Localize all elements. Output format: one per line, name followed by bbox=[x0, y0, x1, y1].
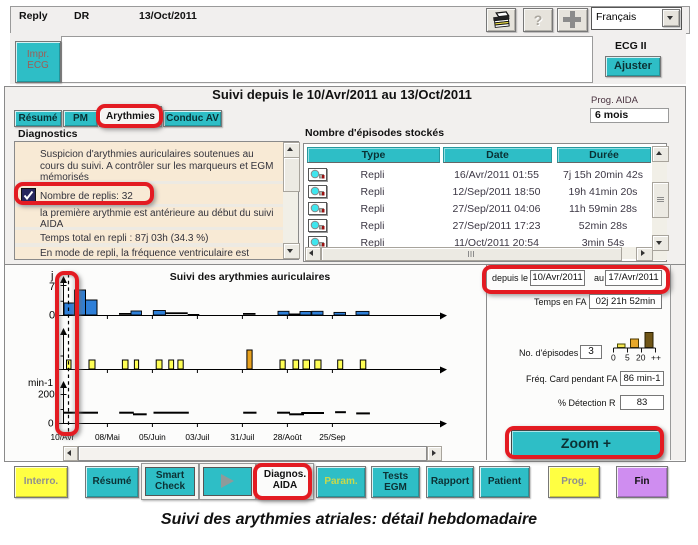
svg-text:0: 0 bbox=[48, 419, 54, 430]
svg-text:0: 0 bbox=[611, 353, 616, 363]
svg-text:200: 200 bbox=[38, 390, 55, 401]
svg-text:31/Juil: 31/Juil bbox=[230, 432, 254, 442]
svg-text:25/Sep: 25/Sep bbox=[319, 432, 346, 442]
svg-text:08/Mai: 08/Mai bbox=[95, 432, 120, 442]
svg-text:5: 5 bbox=[625, 353, 630, 363]
svg-text:03/Juil: 03/Juil bbox=[185, 432, 209, 442]
svg-text:min-1: min-1 bbox=[28, 378, 53, 389]
svg-text:++: ++ bbox=[651, 353, 661, 363]
svg-text:05/Juin: 05/Juin bbox=[139, 432, 166, 442]
svg-text:20: 20 bbox=[636, 353, 646, 363]
svg-text:28/Août: 28/Août bbox=[273, 432, 302, 442]
